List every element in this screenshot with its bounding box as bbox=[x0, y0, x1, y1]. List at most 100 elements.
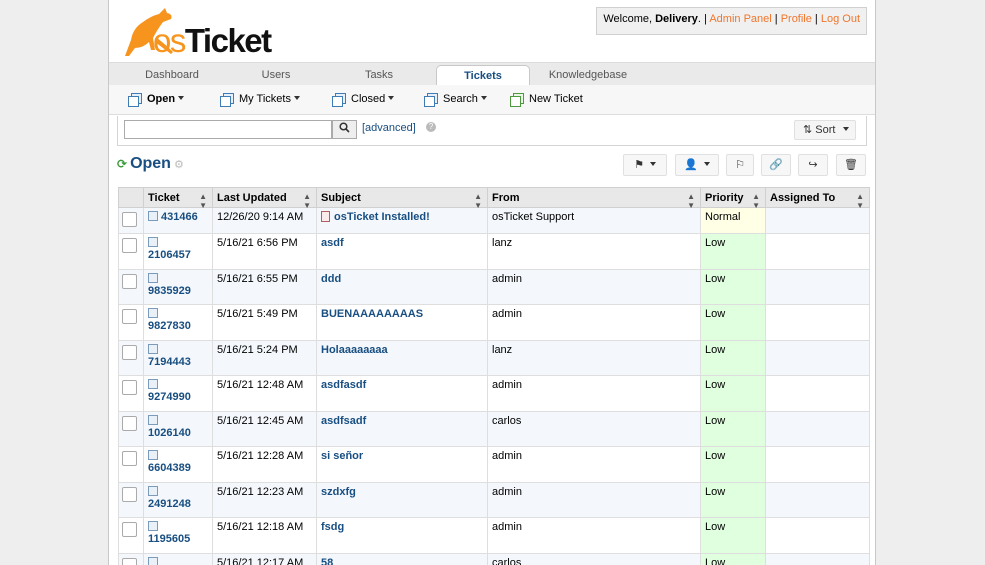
ticket-icon bbox=[148, 308, 158, 318]
priority-cell: Low bbox=[700, 375, 766, 412]
ticket-number-link[interactable]: 9274990 bbox=[148, 379, 191, 403]
admin-panel-link[interactable]: Admin Panel bbox=[709, 13, 771, 25]
ticket-number: 431466 bbox=[161, 211, 198, 223]
row-checkbox[interactable] bbox=[122, 238, 137, 253]
tab-tickets[interactable]: Tickets bbox=[436, 65, 530, 86]
row-select-cell bbox=[118, 517, 144, 554]
row-checkbox[interactable] bbox=[122, 273, 137, 289]
tab-tasks[interactable]: Tasks bbox=[338, 65, 420, 86]
ticket-number-link[interactable]: 431466 bbox=[148, 211, 198, 223]
priority-cell: Normal bbox=[700, 207, 766, 234]
search-tickets-icon bbox=[424, 93, 438, 107]
subject-link[interactable]: asdf bbox=[321, 237, 344, 249]
merge-button[interactable]: 🔗 bbox=[761, 154, 791, 176]
logo[interactable]: osTicket bbox=[117, 4, 277, 58]
from-cell: lanz bbox=[487, 233, 701, 270]
column-header-from[interactable]: From ▲ ▼ bbox=[487, 187, 701, 210]
row-checkbox[interactable] bbox=[122, 415, 137, 431]
updated-cell: 5/16/21 12:23 AM bbox=[212, 481, 317, 518]
subnav-my-tickets[interactable]: My Tickets bbox=[220, 93, 300, 107]
subnav-search-label: Search bbox=[443, 93, 478, 105]
search-input[interactable] bbox=[124, 120, 332, 139]
tab-dashboard[interactable]: Dashboard bbox=[131, 65, 213, 86]
table-row: 9835929 5/16/21 6:55 PM ddd admin Low bbox=[118, 268, 870, 305]
advanced-search-link[interactable]: [advanced] bbox=[362, 122, 416, 134]
updated-cell: 12/26/20 9:14 AM bbox=[212, 207, 317, 234]
tab-knowledgebase[interactable]: Knowledgebase bbox=[547, 65, 629, 86]
subject-link[interactable]: 58 bbox=[321, 557, 333, 565]
ticket-number-link[interactable]: 7194443 bbox=[148, 343, 191, 368]
subnav-new-ticket-label: New Ticket bbox=[529, 93, 583, 105]
profile-link[interactable]: Profile bbox=[781, 13, 812, 25]
subnav-closed[interactable]: Closed bbox=[332, 93, 395, 107]
tickets-icon bbox=[332, 93, 346, 107]
subnav-search[interactable]: Search bbox=[424, 93, 487, 107]
subject-text: asdfsadf bbox=[321, 414, 367, 427]
priority-cell: Low bbox=[700, 268, 766, 305]
column-header-priority[interactable]: Priority ▲ ▼ bbox=[700, 187, 766, 210]
welcome-text: Welcome, bbox=[603, 13, 656, 25]
ticket-number-link[interactable]: 9835929 bbox=[148, 272, 191, 297]
row-checkbox[interactable] bbox=[122, 212, 137, 227]
search-button[interactable] bbox=[332, 120, 357, 139]
ticket-number-link[interactable] bbox=[148, 556, 161, 565]
column-header-ticket[interactable]: Ticket ▲ ▼ bbox=[143, 187, 213, 210]
priority-cell: Low bbox=[700, 304, 766, 341]
tickets-icon bbox=[220, 93, 234, 107]
row-checkbox[interactable] bbox=[122, 451, 137, 466]
ticket-number-link[interactable]: 1195605 bbox=[148, 521, 190, 545]
refresh-icon[interactable]: ⟳ bbox=[117, 157, 127, 171]
table-row: 9274990 5/16/21 12:48 AM asdfasdf admin Low bbox=[118, 375, 870, 412]
column-header-subject[interactable]: Subject ▲ ▼ bbox=[316, 187, 488, 210]
subject-link[interactable]: asdfasdf bbox=[321, 379, 366, 391]
subject-cell: 58 bbox=[316, 552, 488, 565]
gear-icon[interactable]: ⚙ bbox=[174, 159, 184, 171]
header-label: Assigned To bbox=[770, 191, 836, 204]
column-header-assigned[interactable]: Assigned To ▲ ▼ bbox=[765, 187, 870, 210]
row-checkbox[interactable] bbox=[122, 557, 137, 565]
row-checkbox[interactable] bbox=[122, 486, 137, 502]
change-status-button[interactable]: ⚐ bbox=[726, 154, 754, 176]
row-checkbox[interactable] bbox=[122, 309, 137, 324]
priority-cell: Low bbox=[700, 552, 766, 565]
ticket-number-link[interactable]: 9827830 bbox=[148, 308, 191, 332]
row-checkbox[interactable] bbox=[122, 380, 137, 395]
transfer-button[interactable]: ↪ bbox=[798, 154, 828, 176]
header: osTicket Welcome, Delivery. | Admin Pane… bbox=[109, 0, 875, 62]
row-select-cell bbox=[118, 552, 144, 565]
help-icon[interactable]: ? bbox=[426, 122, 436, 132]
subject-text: asdfasdf bbox=[321, 379, 367, 391]
delete-button[interactable]: 🗑 bbox=[836, 154, 866, 176]
logout-link[interactable]: Log Out bbox=[821, 13, 860, 25]
sort-button[interactable]: ⇅ Sort bbox=[794, 120, 856, 140]
from-cell: lanz bbox=[487, 339, 701, 376]
subnav-my-tickets-label: My Tickets bbox=[239, 93, 291, 105]
subject-link[interactable]: fsdg bbox=[321, 521, 344, 533]
subnav-open[interactable]: Open bbox=[128, 93, 185, 107]
assign-button[interactable]: 👤 bbox=[675, 154, 719, 176]
queue-title-text[interactable]: Open bbox=[130, 155, 171, 172]
subject-link[interactable]: osTicket Installed! bbox=[321, 211, 430, 223]
sub-nav: Open My Tickets Closed Search New Ticket bbox=[109, 85, 875, 115]
ticket-number-link[interactable]: 2491248 bbox=[148, 485, 191, 510]
subject-link[interactable]: si señor bbox=[321, 450, 363, 462]
ticket-number-link[interactable]: 1026140 bbox=[148, 414, 191, 439]
flag-button[interactable]: ⚑ bbox=[623, 154, 667, 176]
column-header-updated[interactable]: Last Updated ▲ ▼ bbox=[212, 187, 317, 210]
row-checkbox[interactable] bbox=[122, 522, 137, 537]
tab-users[interactable]: Users bbox=[235, 65, 317, 86]
subject-link[interactable]: Holaaaaaaaa bbox=[321, 344, 388, 356]
subnav-new-ticket[interactable]: New Ticket bbox=[510, 93, 583, 107]
subject-link[interactable]: szdxfg bbox=[321, 486, 356, 498]
ticket-number-link[interactable]: 6604389 bbox=[148, 450, 191, 474]
subject-link[interactable]: ddd bbox=[321, 273, 341, 285]
from-cell: admin bbox=[487, 304, 701, 341]
subject-link[interactable]: BUENAAAAAAAAS bbox=[321, 308, 423, 320]
row-select-cell bbox=[118, 268, 144, 305]
subnav-closed-label: Closed bbox=[351, 93, 386, 105]
ticket-cell: 9827830 bbox=[143, 304, 213, 341]
ticket-number-link[interactable]: 2106457 bbox=[148, 237, 191, 261]
subject-link[interactable]: asdfsadf bbox=[321, 415, 366, 427]
ticket-icon bbox=[148, 450, 158, 460]
row-checkbox[interactable] bbox=[122, 344, 137, 360]
